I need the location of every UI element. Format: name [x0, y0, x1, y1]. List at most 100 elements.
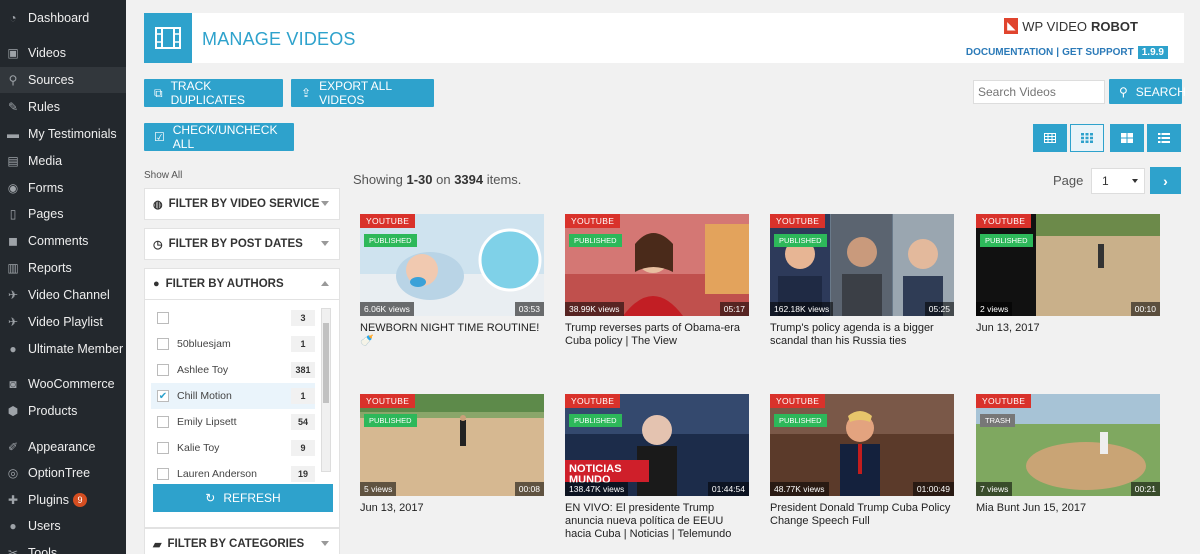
dashboard-icon: ◔ — [9, 11, 17, 25]
sidebar-item-reports[interactable]: ▥ Reports — [0, 255, 126, 281]
sidebar-item-dashboard[interactable]: ◔ Dashboard — [0, 5, 126, 31]
author-checkbox[interactable] — [157, 416, 169, 428]
documentation-link[interactable]: DOCUMENTATION — [966, 47, 1053, 58]
sidebar-item-sources[interactable]: ⚲ Sources — [0, 67, 126, 93]
author-filter-item[interactable]: Kalie Toy 9 — [151, 435, 315, 461]
filter-post-dates[interactable]: ◷ FILTER BY POST DATES — [144, 228, 340, 260]
duplicate-icon: ⧉ — [154, 85, 163, 100]
sidebar-item-appearance[interactable]: ✐ Appearance — [0, 434, 126, 460]
refresh-icon: ↻ — [205, 491, 216, 505]
showing-suffix: items. — [483, 172, 522, 187]
track-duplicates-button[interactable]: ⧉ TRACK DUPLICATES — [144, 79, 283, 107]
video-thumbnail[interactable]: YOUTUBE PUBLISHED 38.99K views 05:17 — [565, 214, 749, 316]
refresh-button[interactable]: ↻ REFRESH — [153, 484, 333, 512]
author-filter-item[interactable]: Emily Lipsett 54 — [151, 409, 315, 435]
sidebar-item-woocommerce[interactable]: ◙ WooCommerce — [0, 371, 126, 397]
search-input[interactable] — [973, 80, 1105, 104]
grid-large-icon — [1121, 133, 1133, 143]
check-uncheck-all-button[interactable]: ☑ CHECK/UNCHECK ALL — [144, 123, 294, 151]
video-title[interactable]: Jun 13, 2017 — [360, 502, 544, 515]
thumbnail-image — [976, 394, 1160, 496]
author-checkbox[interactable] — [157, 468, 169, 480]
author-name: Emily Lipsett — [177, 416, 237, 428]
optiontree-icon: ◎ — [7, 466, 19, 480]
service-badge: YOUTUBE — [770, 214, 826, 228]
next-page-button[interactable]: › — [1150, 167, 1181, 194]
video-title[interactable]: EN VIVO: El presidente Trump anuncia nue… — [565, 502, 749, 541]
sidebar-item-plugins[interactable]: ✚ Plugins 9 — [0, 487, 126, 513]
video-thumbnail[interactable]: YOUTUBE PUBLISHED 48.77K views 01:00:49 — [770, 394, 954, 496]
author-checkbox[interactable] — [157, 364, 169, 376]
thumbnail-image — [770, 214, 954, 316]
export-all-videos-button[interactable]: ⇪ EXPORT ALL VIDEOS — [291, 79, 434, 107]
service-badge: YOUTUBE — [976, 394, 1032, 408]
view-list-button[interactable] — [1147, 124, 1181, 152]
video-title[interactable]: NEWBORN NIGHT TIME ROUTINE! 🍼 — [360, 322, 544, 348]
video-title[interactable]: Trump reverses parts of Obama-era Cuba p… — [565, 322, 749, 348]
video-thumbnail[interactable]: YOUTUBE PUBLISHED 6.06K views 03:53 — [360, 214, 544, 316]
filter-authors[interactable]: ● FILTER BY AUTHORS — [144, 268, 340, 300]
search-button[interactable]: ⚲ SEARCH — [1109, 79, 1186, 104]
sidebar-item-forms[interactable]: ◉ Forms — [0, 175, 126, 201]
author-filter-item[interactable]: 3 — [151, 305, 315, 331]
authors-scrollbar[interactable] — [321, 308, 331, 472]
sidebar-item-video-playlist[interactable]: ✈ Video Playlist — [0, 309, 126, 335]
video-card[interactable]: YOUTUBE PUBLISHED 5 views 00:08 Jun 13, 2017 — [360, 394, 544, 515]
view-table-button[interactable] — [1033, 124, 1067, 152]
sidebar-item-label: Video Playlist — [28, 315, 103, 329]
sidebar-item-products[interactable]: ⬢ Products — [0, 398, 126, 424]
sidebar-item-ultimate-member[interactable]: ● Ultimate Member — [0, 336, 126, 362]
sidebar-item-my-testimonials[interactable]: ▬ My Testimonials — [0, 121, 126, 147]
sidebar-item-users[interactable]: ● Users — [0, 513, 126, 539]
support-link[interactable]: GET SUPPORT — [1062, 47, 1134, 58]
view-grid-large-button[interactable] — [1110, 124, 1144, 152]
filter-categories[interactable]: ▰ FILTER BY CATEGORIES — [144, 528, 340, 554]
sidebar-item-pages[interactable]: ▯ Pages — [0, 201, 126, 227]
view-grid-small-button[interactable] — [1070, 124, 1104, 152]
video-card[interactable]: NOTICIAS MUNDO YOUTUBE PUBLISHED 138.47K vi… — [565, 394, 749, 541]
video-title[interactable]: President Donald Trump Cuba Policy Chang… — [770, 502, 954, 528]
sidebar-item-optiontree[interactable]: ◎ OptionTree — [0, 460, 126, 486]
filter-video-service[interactable]: ◍ FILTER BY VIDEO SERVICE — [144, 188, 340, 220]
sidebar-item-video-channel[interactable]: ✈ Video Channel — [0, 282, 126, 308]
author-filter-item[interactable]: 50bluesjam 1 — [151, 331, 315, 357]
service-badge: YOUTUBE — [565, 394, 621, 408]
thumbnail-image — [770, 394, 954, 496]
author-checkbox[interactable] — [157, 312, 169, 324]
author-filter-item[interactable]: ✔ Chill Motion 1 — [151, 383, 315, 409]
video-title[interactable]: Trump's policy agenda is a bigger scanda… — [770, 322, 954, 348]
video-duration: 01:00:49 — [912, 482, 954, 496]
video-thumbnail[interactable]: NOTICIAS MUNDO YOUTUBE PUBLISHED 138.47K vi… — [565, 394, 749, 496]
sidebar-item-media[interactable]: ▤ Media — [0, 148, 126, 174]
video-card[interactable]: YOUTUBE TRASH 7 views 00:21 Mia Bunt Jun 15,… — [976, 394, 1160, 515]
video-card[interactable]: YOUTUBE PUBLISHED 6.06K views 03:53 NEWBORN … — [360, 214, 544, 348]
video-card[interactable]: YOUTUBE PUBLISHED 162.18K views 05:25 Trump'… — [770, 214, 954, 348]
author-checkbox[interactable]: ✔ — [157, 390, 169, 402]
forms-icon: ◉ — [7, 181, 19, 195]
video-card[interactable]: YOUTUBE PUBLISHED 48.77K views 01:00:49 Pres… — [770, 394, 954, 528]
sidebar-item-comments[interactable]: ◼ Comments — [0, 228, 126, 254]
views-count: 38.99K views — [565, 302, 624, 316]
video-thumbnail[interactable]: YOUTUBE PUBLISHED 162.18K views 05:25 — [770, 214, 954, 316]
filter-video-service-label: FILTER BY VIDEO SERVICE — [168, 198, 320, 210]
author-checkbox[interactable] — [157, 442, 169, 454]
author-checkbox[interactable] — [157, 338, 169, 350]
clock-icon: ◷ — [153, 238, 163, 251]
show-all-link[interactable]: Show All — [144, 170, 182, 181]
video-title[interactable]: Jun 13, 2017 — [976, 322, 1160, 335]
sidebar-item-videos[interactable]: ▣ Videos — [0, 40, 126, 66]
video-thumbnail[interactable]: YOUTUBE TRASH 7 views 00:21 — [976, 394, 1160, 496]
video-card[interactable]: YOUTUBE PUBLISHED 38.99K views 05:17 Trump r… — [565, 214, 749, 348]
video-title[interactable]: Mia Bunt Jun 15, 2017 — [976, 502, 1160, 515]
page-select[interactable]: 1 — [1091, 168, 1145, 194]
author-filter-item[interactable]: Ashlee Toy 381 — [151, 357, 315, 383]
scrollbar-thumb[interactable] — [323, 323, 329, 403]
status-badge: PUBLISHED — [980, 234, 1033, 247]
video-thumbnail[interactable]: YOUTUBE PUBLISHED 5 views 00:08 — [360, 394, 544, 496]
tools-icon: ✂ — [7, 546, 19, 554]
video-card[interactable]: YOUTUBE PUBLISHED 2 views 00:10 Jun 13, 2017 — [976, 214, 1160, 335]
sidebar-item-rules[interactable]: ✎ Rules — [0, 94, 126, 120]
video-thumbnail[interactable]: YOUTUBE PUBLISHED 2 views 00:10 — [976, 214, 1160, 316]
users-icon: ● — [9, 519, 17, 533]
sidebar-item-tools[interactable]: ✂ Tools — [0, 540, 126, 554]
